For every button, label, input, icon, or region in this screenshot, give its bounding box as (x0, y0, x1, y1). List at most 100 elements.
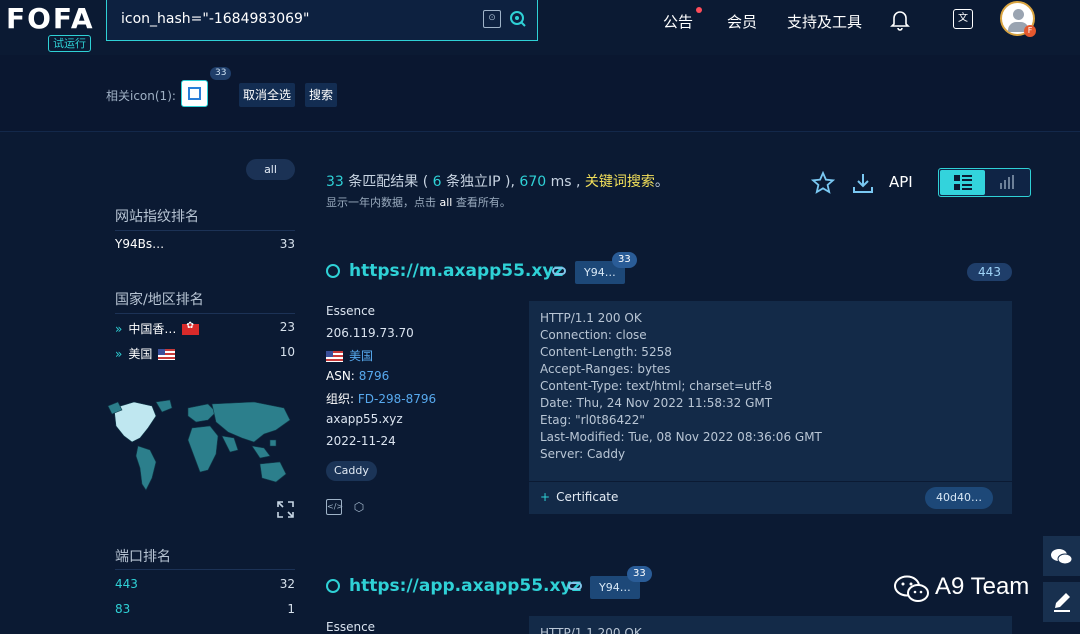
site-title: Essence (326, 620, 376, 634)
org-link[interactable]: FD-298-8796 (358, 392, 436, 406)
link-icon[interactable] (552, 267, 566, 275)
country-row[interactable]: » 美国 10 (115, 345, 295, 361)
result-url-link[interactable]: https://m.axapp55.xyz (349, 261, 563, 281)
query-time: 670 (519, 174, 547, 190)
certificate-toggle[interactable]: + Certificate (540, 490, 618, 504)
asn-link[interactable]: 8796 (359, 369, 390, 383)
domain-link[interactable]: axapp55.xyz (326, 412, 403, 426)
image-search-icon[interactable]: ⊙ (483, 10, 501, 28)
result-url-link[interactable]: https://app.axapp55.xyz (349, 576, 581, 596)
country-row[interactable]: » 中国香… 23 (115, 320, 295, 336)
summary-text: 条独立IP ), (446, 174, 515, 190)
summary-text: ms , (550, 174, 581, 190)
server-tag[interactable]: Caddy (326, 461, 377, 481)
fingerprint-count: 33 (279, 237, 295, 251)
nav-membership[interactable]: 会员 (727, 11, 757, 32)
related-icon-checkbox[interactable] (181, 80, 208, 107)
country-name: 中国香… (128, 322, 177, 336)
us-flag-icon (158, 349, 176, 360)
search-box[interactable]: icon_hash="-1684983069" ⊙ (106, 0, 538, 41)
bell-icon[interactable] (890, 9, 910, 31)
logo-badge: 试运行 (48, 35, 91, 52)
certificate-label: Certificate (556, 490, 619, 504)
fingerprint-name[interactable]: Y94Bs… (115, 237, 164, 251)
related-icon-bar: 相关icon(1): 33 取消全选 搜索 (0, 55, 1080, 132)
country-rank-title: 国家/地区排名 (115, 292, 204, 308)
wechat-float-button[interactable] (1043, 536, 1080, 576)
plus-icon: + (540, 490, 551, 504)
code-icon[interactable]: </> (326, 499, 343, 515)
divider (115, 230, 295, 231)
search-icon[interactable] (509, 10, 527, 28)
header-line: Connection: close (540, 328, 647, 342)
expand-map-icon[interactable] (277, 501, 294, 518)
fingerprint-tag-count: 33 (627, 566, 652, 582)
port-name[interactable]: 443 (115, 577, 138, 591)
star-icon[interactable] (810, 170, 836, 195)
port-row[interactable]: 83 1 (115, 602, 295, 618)
double-chevron-icon: » (115, 347, 123, 361)
divider (529, 481, 1012, 482)
http-header-panel: HTTP/1.1 200 OK Connection: close Conten… (529, 301, 1012, 514)
asn-info: ASN: 8796 (326, 369, 389, 383)
watermark-text: A9 Team (935, 573, 1030, 600)
http-header-panel: HTTP/1.1 200 OK (529, 616, 1012, 634)
country-link[interactable]: 美国 (349, 349, 373, 363)
all-filter-button[interactable]: all (246, 159, 295, 180)
icon-search-button[interactable]: 搜索 (305, 83, 338, 107)
country-name: 美国 (128, 347, 153, 361)
header-line: Accept-Ranges: bytes (540, 362, 671, 376)
country-name-cell[interactable]: » 中国香… (115, 320, 200, 337)
date-text: 2022-11-24 (326, 434, 396, 448)
related-icon-label: 相关icon(1): (106, 89, 176, 103)
country-name-cell[interactable]: » 美国 (115, 345, 176, 362)
country-count: 10 (279, 345, 295, 359)
us-flag-icon (326, 351, 343, 362)
summary-text: 条匹配结果 ( (348, 174, 429, 190)
port-row[interactable]: 443 32 (115, 577, 295, 593)
country-count: 23 (279, 320, 295, 334)
search-result-icon (326, 264, 340, 278)
cube-icon[interactable]: ⬡ (351, 499, 367, 515)
summary-sub-text: 查看所有。 (455, 196, 511, 209)
deselect-all-button[interactable]: 取消全选 (239, 83, 296, 107)
fofa-logo[interactable]: FOFA 试运行 (6, 2, 96, 54)
result-card: https://m.axapp55.xyz Y94… 33 443 Essenc… (326, 252, 1012, 521)
nav-announcement[interactable]: 公告 (663, 11, 693, 32)
ip-link[interactable]: 206.119.73.70 (326, 326, 414, 340)
nav-support-tools[interactable]: 支持及工具 (787, 11, 862, 32)
api-button[interactable]: API (889, 173, 913, 191)
country-info: 美国 (326, 347, 373, 364)
link-icon[interactable] (568, 582, 582, 590)
avatar-badge-icon: F (1024, 25, 1036, 37)
port-count: 32 (279, 577, 295, 591)
related-icon-count: 33 (210, 67, 232, 80)
header-line: Etag: "rl0t86422" (540, 413, 645, 427)
avatar-head (1013, 9, 1024, 20)
translate-icon[interactable]: 文 (953, 9, 973, 29)
search-input[interactable]: icon_hash="-1684983069" (121, 11, 309, 27)
hong-kong-flag-icon (182, 321, 200, 335)
double-chevron-icon: » (115, 322, 123, 336)
port-rank-title: 端口排名 (115, 549, 171, 565)
divider (115, 313, 295, 314)
keyword-search-link[interactable]: 关键词搜索 (585, 174, 655, 190)
summary-sub-text: 显示一年内数据，点击 (326, 196, 436, 209)
org-label: 组织: (326, 392, 355, 406)
show-all-link[interactable]: all (440, 196, 453, 209)
header-line: Content-Length: 5258 (540, 345, 672, 359)
download-icon[interactable] (851, 171, 875, 195)
list-view-button[interactable] (940, 170, 985, 195)
port-name[interactable]: 83 (115, 602, 130, 616)
header-line: Content-Type: text/html; charset=utf-8 (540, 379, 773, 393)
cert-hash-tag[interactable]: 40d40… (925, 487, 993, 509)
view-toggle[interactable] (938, 168, 1031, 197)
site-title: Essence (326, 304, 376, 318)
summary-subtext: 显示一年内数据，点击 all 查看所有。 (326, 194, 511, 210)
asn-label: ASN: (326, 369, 355, 383)
world-map[interactable] (104, 398, 296, 500)
header-line: Last-Modified: Tue, 08 Nov 2022 08:36:06… (540, 430, 822, 444)
header-line: HTTP/1.1 200 OK (540, 626, 642, 634)
wechat-logo-icon (894, 575, 929, 602)
port-badge[interactable]: 443 (967, 263, 1012, 281)
